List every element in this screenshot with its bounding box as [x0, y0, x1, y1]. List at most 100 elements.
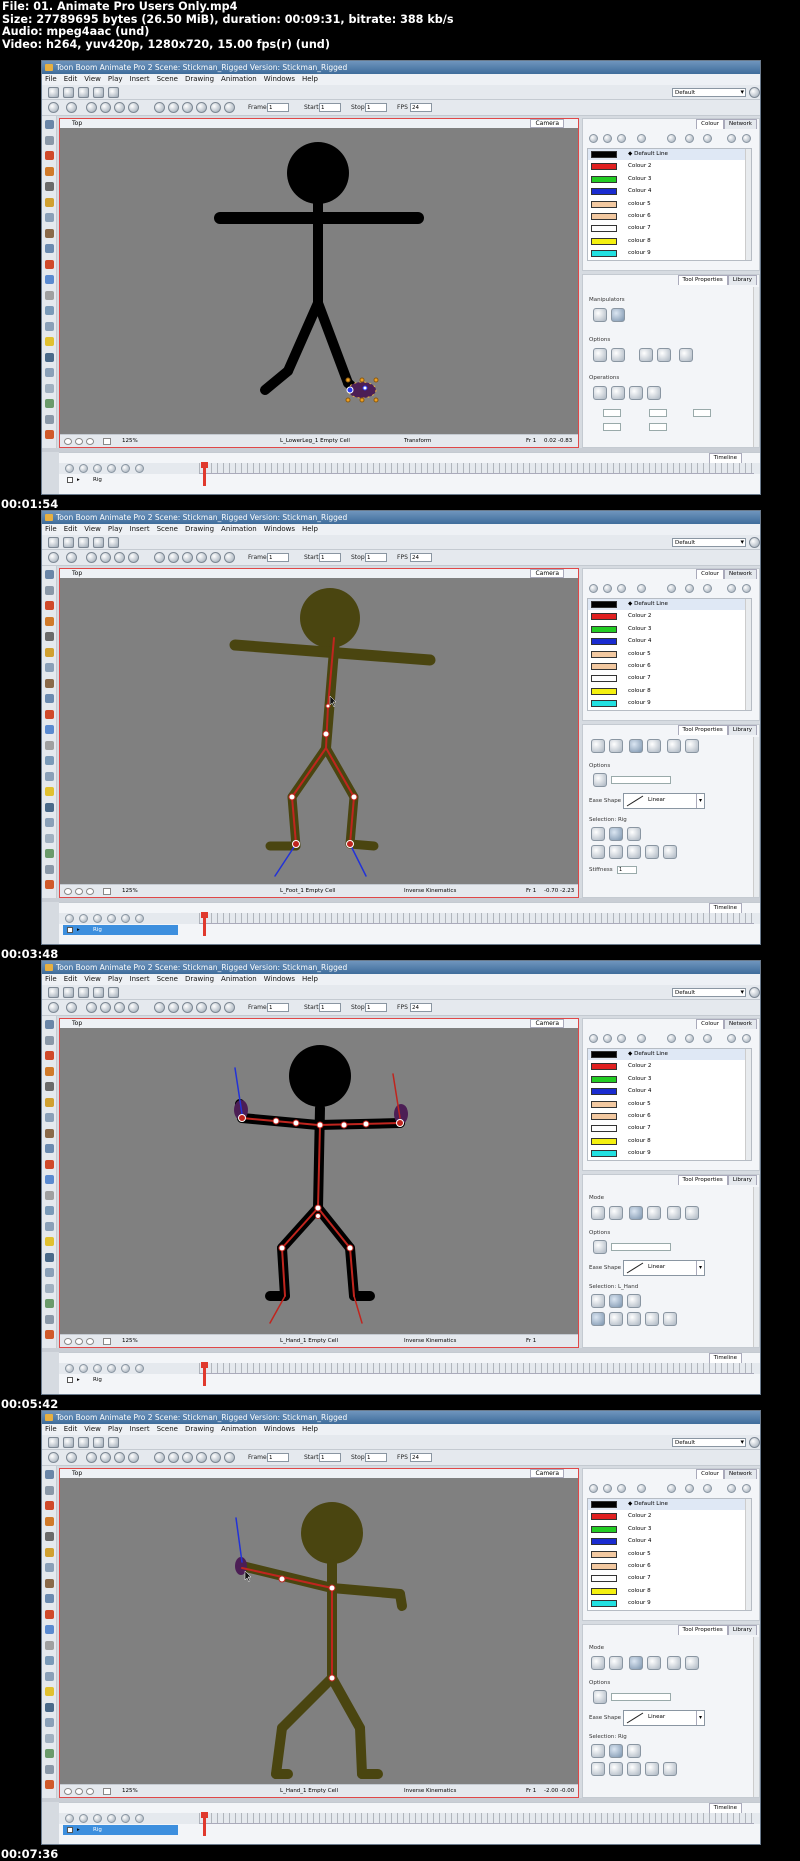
tp-value-field-2[interactable]: [693, 409, 711, 417]
grouping-tool-icon[interactable]: [45, 1764, 54, 1774]
tab-library[interactable]: Library: [727, 1625, 757, 1635]
frame-field[interactable]: 1: [267, 1003, 289, 1012]
tp-ik-icon-2[interactable]: [627, 1312, 641, 1326]
stroke-tool-icon[interactable]: [45, 678, 54, 688]
layer-enable-checkbox[interactable]: [67, 1377, 73, 1383]
add-colour-icon[interactable]: [667, 584, 676, 593]
tab-tool-properties[interactable]: Tool Properties: [677, 1625, 728, 1635]
reset-zoom-icon[interactable]: [75, 1338, 83, 1345]
cutter-tool-icon[interactable]: [45, 1656, 54, 1665]
reset-rotation-icon[interactable]: [86, 438, 94, 445]
tab-network[interactable]: Network: [724, 569, 757, 579]
add-layer-icon[interactable]: [65, 1364, 74, 1373]
stroke-tool-icon[interactable]: [45, 228, 54, 238]
light-table-icon[interactable]: [128, 102, 139, 113]
layer-properties-icon[interactable]: [121, 1814, 130, 1823]
rotate-tool-icon[interactable]: [45, 368, 54, 377]
colour-swatch-row[interactable]: colour 5: [588, 1549, 751, 1560]
loop-play-icon[interactable]: [168, 552, 179, 563]
colour-editor-icon[interactable]: [703, 134, 712, 143]
next-frame-icon[interactable]: [210, 1002, 221, 1013]
menu-edit[interactable]: Edit: [64, 75, 78, 83]
colour-swatch-row[interactable]: colour 8: [588, 1136, 751, 1147]
tp-ik-icon-2[interactable]: [627, 1762, 641, 1776]
joint-left-wrist[interactable]: [238, 1114, 246, 1122]
menu-view[interactable]: View: [84, 1425, 101, 1433]
menu-windows[interactable]: Windows: [264, 75, 295, 83]
workspace-dropdown[interactable]: Default: [672, 538, 746, 547]
light-table-icon[interactable]: [128, 1452, 139, 1463]
tp-ik-icon-1[interactable]: [609, 1312, 623, 1326]
zoom-level[interactable]: 125%: [122, 885, 138, 897]
paint-tool-icon[interactable]: [45, 197, 54, 207]
stop-field[interactable]: 1: [365, 103, 387, 112]
colour-swatch-row[interactable]: Colour 3: [588, 1524, 751, 1535]
rotate-tool-icon[interactable]: [45, 818, 54, 827]
tool-properties-scrollbar[interactable]: [753, 287, 759, 447]
hand-tool-icon[interactable]: [45, 275, 54, 284]
remove-colour-icon[interactable]: [685, 584, 694, 593]
timeline-zoom-icon[interactable]: [135, 1814, 144, 1823]
tab-tool-properties[interactable]: Tool Properties: [677, 725, 728, 735]
tool-properties-scrollbar[interactable]: [753, 737, 759, 897]
layer-enable-checkbox[interactable]: [67, 1827, 73, 1833]
tab-timeline[interactable]: Timeline: [708, 1803, 742, 1813]
colour-art-tool-icon[interactable]: [45, 880, 54, 889]
menu-windows[interactable]: Windows: [264, 525, 295, 533]
onion-skin-icon[interactable]: [114, 552, 125, 563]
tp-option-icon-2[interactable]: [639, 348, 653, 362]
drawing-canvas[interactable]: [60, 578, 578, 884]
palette-browse-icon[interactable]: [589, 1484, 598, 1493]
palette-lock-icon[interactable]: [637, 134, 646, 143]
next-frame-icon[interactable]: [210, 1452, 221, 1463]
tp-ik-icon-3[interactable]: [645, 1762, 659, 1776]
drawing-canvas[interactable]: [60, 128, 578, 434]
menu-drawing[interactable]: Drawing: [185, 525, 214, 533]
transform-tool-icon[interactable]: [45, 787, 54, 796]
frame-ruler[interactable]: [199, 1813, 754, 1824]
colour-swatch-row[interactable]: colour 8: [588, 1586, 751, 1597]
onion-skin-icon[interactable]: [114, 1452, 125, 1463]
redo-icon[interactable]: [66, 552, 77, 563]
ik-tool-icon[interactable]: [45, 1733, 54, 1743]
brush-tool-icon[interactable]: [45, 1051, 54, 1060]
stiffness-field[interactable]: 1: [617, 866, 637, 874]
first-frame-icon[interactable]: [182, 1452, 193, 1463]
undo-icon[interactable]: [48, 1002, 59, 1013]
reset-view-icon[interactable]: [64, 888, 72, 895]
bone-tool-icon[interactable]: [45, 1299, 54, 1308]
zoom-level[interactable]: 125%: [122, 1335, 138, 1347]
joint-right-knee[interactable]: [346, 1244, 354, 1252]
hand-tool-icon[interactable]: [45, 1625, 54, 1634]
joint-pelvis[interactable]: [314, 1204, 322, 1212]
workspace-icon[interactable]: [749, 87, 760, 98]
dropper-tool-icon[interactable]: [45, 709, 54, 719]
bounding-box-icon[interactable]: [611, 308, 625, 322]
next-frame-icon[interactable]: [210, 552, 221, 563]
workspace-icon[interactable]: [749, 1437, 760, 1448]
layer-expand-icon[interactable]: ▸: [77, 1825, 80, 1835]
tab-library[interactable]: Library: [727, 725, 757, 735]
undo-icon[interactable]: [48, 552, 59, 563]
colour-editor-icon[interactable]: [703, 1034, 712, 1043]
tp-operation-icon-0[interactable]: [593, 386, 607, 400]
fps-field[interactable]: 24: [410, 1003, 432, 1012]
add-layer-icon[interactable]: [65, 1814, 74, 1823]
tp-value-field-4[interactable]: [649, 423, 667, 431]
selection-handle-2[interactable]: [345, 397, 351, 403]
colour-swatch-row[interactable]: ◆ Default Line: [588, 599, 751, 611]
reset-view-icon[interactable]: [64, 1788, 72, 1795]
next-frame-icon[interactable]: [210, 102, 221, 113]
layer-row[interactable]: Rig ▸: [59, 1825, 760, 1835]
stop-field[interactable]: 1: [365, 553, 387, 562]
joint-left-ankle[interactable]: [292, 840, 300, 848]
fps-field[interactable]: 24: [410, 1453, 432, 1462]
colour-swatch-row[interactable]: Colour 4: [588, 186, 751, 197]
workspace-dropdown[interactable]: Default: [672, 1438, 746, 1447]
tab-tool-properties[interactable]: Tool Properties: [677, 1175, 728, 1185]
colour-swatch-row[interactable]: Colour 2: [588, 1061, 751, 1072]
reset-view-icon[interactable]: [64, 1338, 72, 1345]
eraser-tool-icon[interactable]: [45, 213, 54, 222]
selection-handle-4[interactable]: [359, 377, 365, 383]
paint-tool-icon[interactable]: [45, 1547, 54, 1557]
